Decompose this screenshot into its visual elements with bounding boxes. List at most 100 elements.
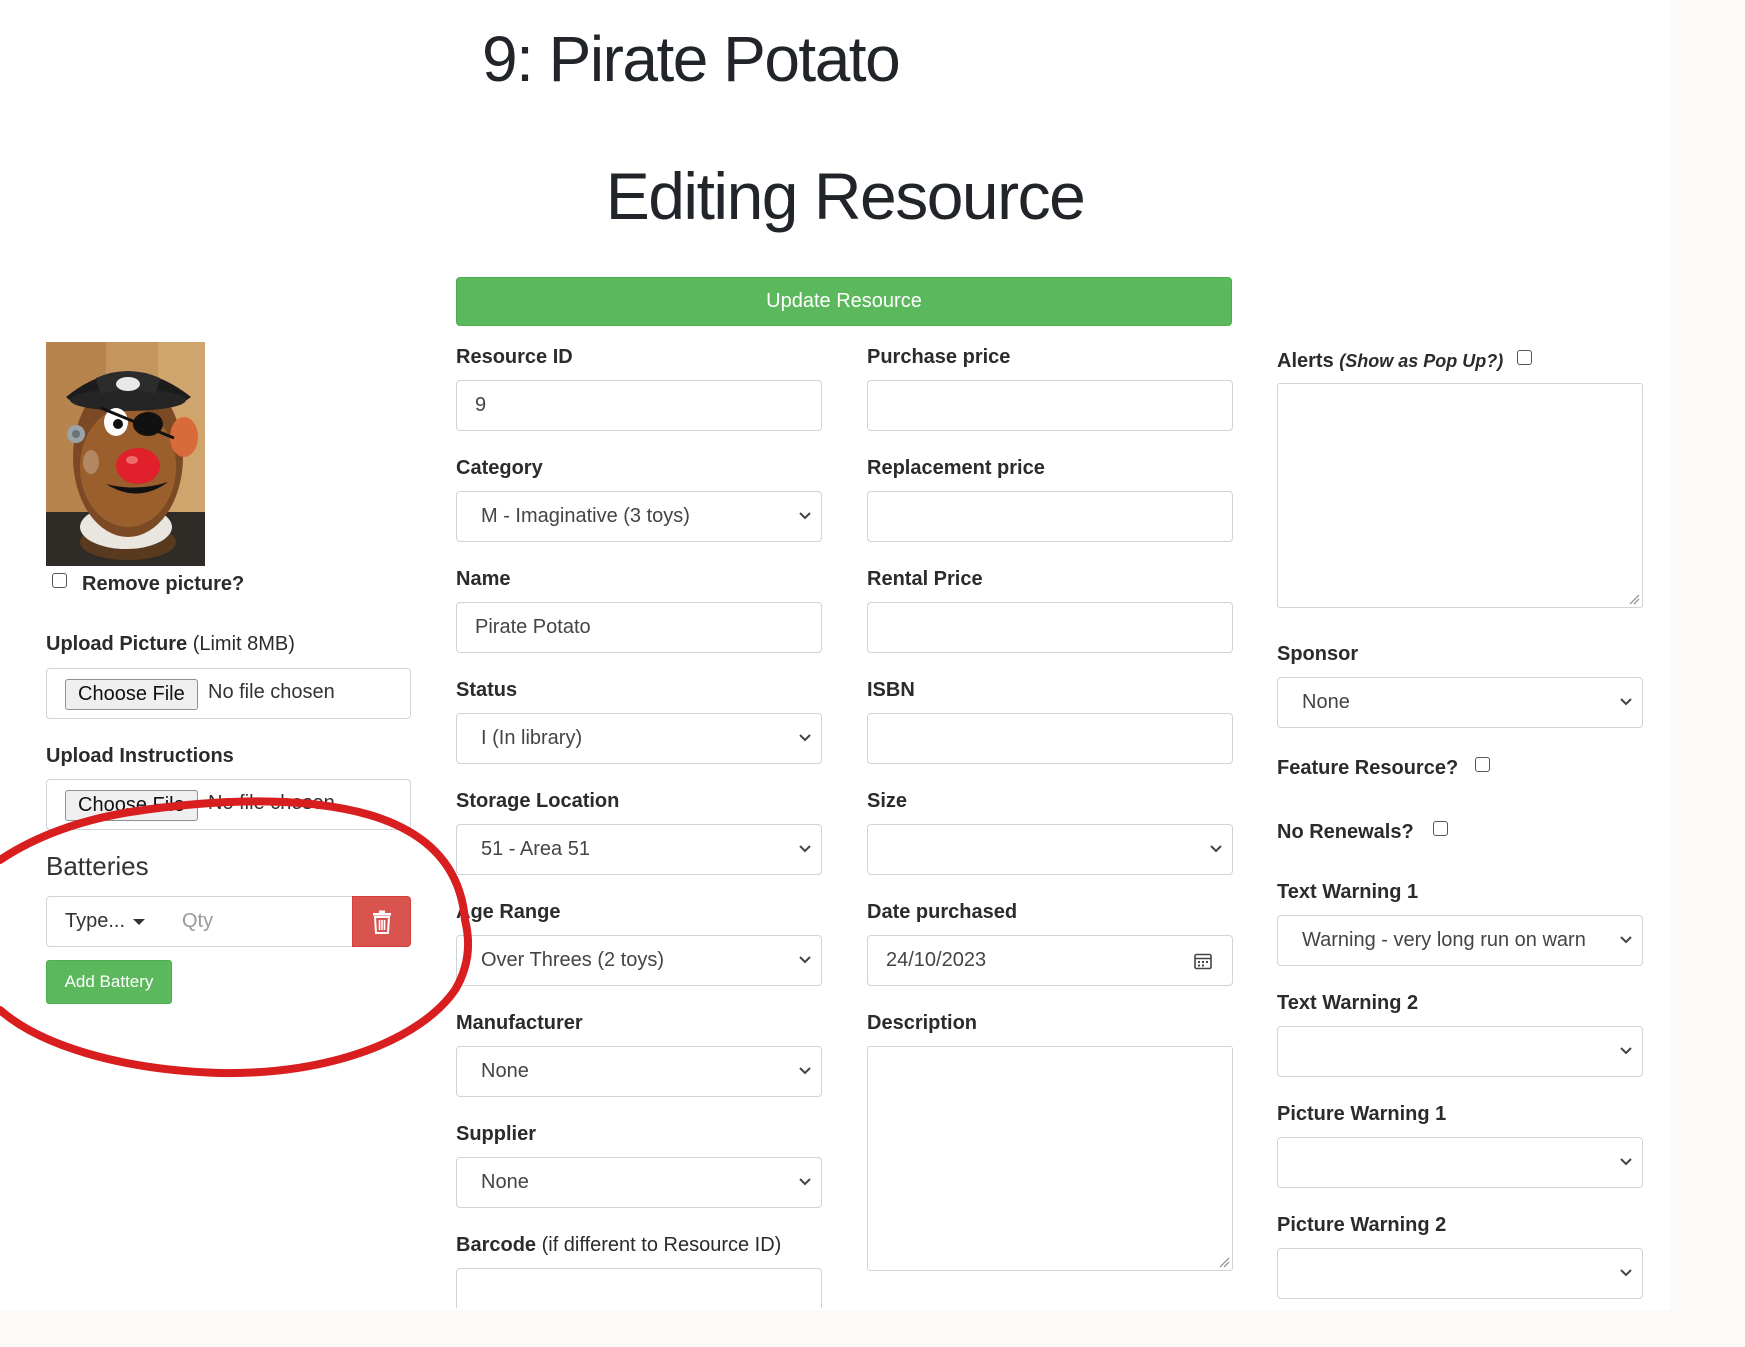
name-input[interactable]: Pirate Potato [456,602,822,653]
no-renewals-label: No Renewals? [1277,821,1414,843]
caret-down-icon [133,918,146,925]
chevron-down-icon [1620,1269,1632,1277]
calendar-icon[interactable] [1194,952,1212,970]
update-resource-button[interactable]: Update Resource [456,277,1232,326]
resource-id-label: Resource ID [456,346,573,368]
chevron-down-icon [1620,1047,1632,1055]
chevron-down-icon [1620,1158,1632,1166]
picture-warning-1-label: Picture Warning 1 [1277,1103,1447,1125]
status-selected: I (In library) [481,727,583,749]
manufacturer-select[interactable]: None [456,1046,822,1097]
supplier-selected: None [481,1171,529,1193]
page-heading: Editing Resource [605,159,1086,233]
alerts-hint: (Show as Pop Up?) [1339,351,1504,371]
chevron-down-icon [799,1178,811,1186]
choose-file-button[interactable]: Choose File [65,790,198,821]
text-warning-2-label: Text Warning 2 [1277,992,1419,1014]
chevron-down-icon [1620,936,1632,944]
upload-instructions-label: Upload Instructions [46,745,234,767]
status-label: Status [456,679,518,701]
remove-picture-checkbox[interactable] [52,573,67,588]
alerts-label: Alerts (Show as Pop Up?) [1277,350,1504,372]
category-label: Category [456,457,543,479]
replacement-price-input[interactable] [867,491,1233,542]
battery-row: Type... Qty [46,896,411,947]
battery-qty-input[interactable]: Qty [164,896,354,947]
chevron-down-icon [799,734,811,742]
name-label: Name [456,568,511,590]
sponsor-label: Sponsor [1277,643,1359,665]
resource-photo [46,342,205,566]
upload-picture-limit: (Limit 8MB) [192,633,295,655]
age-range-select[interactable]: Over Threes (2 toys) [456,935,822,986]
feature-resource-checkbox[interactable] [1475,757,1490,772]
alerts-textarea[interactable] [1277,383,1643,608]
supplier-label: Supplier [456,1123,537,1145]
date-purchased-label: Date purchased [867,901,1018,923]
text-warning-1-select[interactable]: Warning - very long run on warn [1277,915,1643,966]
remove-picture-label: Remove picture? [82,573,245,595]
purchase-price-label: Purchase price [867,346,1011,368]
chevron-down-icon [799,845,811,853]
upload-picture-input[interactable]: Choose File No file chosen [46,668,411,719]
sponsor-selected: None [1302,691,1350,713]
replacement-price-label: Replacement price [867,457,1045,479]
text-warning-2-select[interactable] [1277,1026,1643,1077]
batteries-title: Batteries [46,851,149,881]
page-sheet: 9: Pirate Potato Editing Resource Update… [0,0,1670,1310]
chevron-down-icon [799,1067,811,1075]
size-label: Size [867,790,908,812]
category-select[interactable]: M - Imaginative (3 toys) [456,491,822,542]
sponsor-select[interactable]: None [1277,677,1643,728]
upload-picture-label: Upload Picture (Limit 8MB) [46,633,295,655]
file-status-text: No file chosen [208,681,335,703]
supplier-select[interactable]: None [456,1157,822,1208]
alerts-popup-checkbox[interactable] [1517,350,1532,365]
status-select[interactable]: I (In library) [456,713,822,764]
purchase-price-input[interactable] [867,380,1233,431]
battery-type-label: Type... [65,910,126,932]
barcode-input[interactable] [456,1268,822,1308]
picture-warning-2-select[interactable] [1277,1248,1643,1299]
storage-location-selected: 51 - Area 51 [481,838,590,860]
text-warning-1-label: Text Warning 1 [1277,881,1419,903]
date-value: 24/10/2023 [886,949,987,971]
chevron-down-icon [1210,845,1222,853]
manufacturer-label: Manufacturer [456,1012,583,1034]
chevron-down-icon [799,512,811,520]
battery-type-dropdown[interactable]: Type... [46,896,165,947]
isbn-input[interactable] [867,713,1233,764]
resource-id-input[interactable]: 9 [456,380,822,431]
resource-title: 9: Pirate Potato [482,23,901,95]
add-battery-button[interactable]: Add Battery [46,960,172,1004]
picture-warning-1-select[interactable] [1277,1137,1643,1188]
resize-grip-icon[interactable] [1218,1256,1230,1268]
trash-icon [372,910,391,934]
picture-warning-2-label: Picture Warning 2 [1277,1214,1447,1236]
age-range-label: Age Range [456,901,561,923]
manufacturer-selected: None [481,1060,529,1082]
chevron-down-icon [1620,698,1632,706]
rental-price-input[interactable] [867,602,1233,653]
resize-grip-icon[interactable] [1628,593,1640,605]
barcode-hint: (if different to Resource ID) [541,1234,782,1256]
storage-location-label: Storage Location [456,790,620,812]
size-select[interactable] [867,824,1233,875]
barcode-label: Barcode (if different to Resource ID) [456,1234,782,1256]
no-renewals-checkbox[interactable] [1433,821,1448,836]
category-selected: M - Imaginative (3 toys) [481,505,690,527]
delete-battery-button[interactable] [352,896,411,947]
rental-price-label: Rental Price [867,568,983,590]
text-warning-1-selected: Warning - very long run on warn [1302,929,1586,951]
description-textarea[interactable] [867,1046,1233,1271]
file-status-text: No file chosen [208,792,335,814]
date-purchased-input[interactable]: 24/10/2023 [867,935,1233,986]
choose-file-button[interactable]: Choose File [65,679,198,710]
age-range-selected: Over Threes (2 toys) [481,949,665,971]
feature-resource-label: Feature Resource? [1277,757,1459,779]
chevron-down-icon [799,956,811,964]
description-label: Description [867,1012,978,1034]
isbn-label: ISBN [867,679,915,701]
storage-location-select[interactable]: 51 - Area 51 [456,824,822,875]
upload-instructions-input[interactable]: Choose File No file chosen [46,779,411,830]
